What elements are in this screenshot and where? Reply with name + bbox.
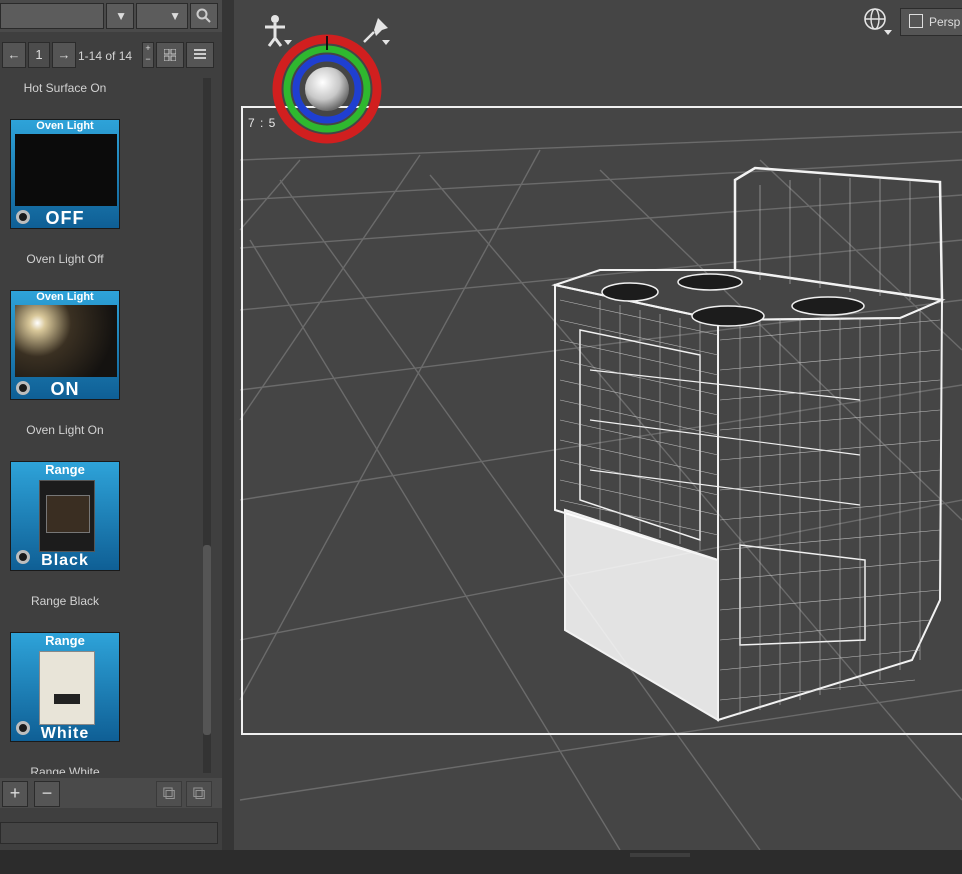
bottom-splitter-handle[interactable] bbox=[630, 853, 690, 857]
camera-rotate-gizmo[interactable] bbox=[272, 34, 382, 144]
category-dropdown-toggle[interactable]: ▼ bbox=[106, 3, 134, 29]
page-stepper[interactable]: + − bbox=[142, 42, 154, 68]
panel-bottom-bar: + − ⧉ ⧉ bbox=[0, 778, 222, 808]
arrow-right-icon: → bbox=[57, 47, 71, 62]
range-black-image bbox=[39, 480, 95, 552]
preset-list: Hot Surface On Oven Light OFF Oven Light… bbox=[0, 74, 206, 774]
category-dropdown[interactable] bbox=[0, 3, 104, 29]
paste-button[interactable]: ⧉ bbox=[186, 781, 212, 807]
next-page-button[interactable]: → bbox=[52, 42, 76, 68]
list-item-label[interactable]: Range Black bbox=[0, 594, 130, 608]
prev-page-button[interactable]: ← bbox=[2, 42, 26, 68]
grid-view-icon bbox=[163, 48, 177, 62]
camera-select-button[interactable]: Persp bbox=[900, 8, 962, 36]
page-range-label: 1-14 of 14 bbox=[78, 49, 133, 63]
search-button[interactable] bbox=[190, 3, 218, 29]
add-button[interactable]: + bbox=[2, 781, 28, 807]
oven-interior-lit bbox=[15, 305, 117, 377]
list-item-label[interactable]: Oven Light Off bbox=[0, 252, 130, 266]
panel-splitter[interactable] bbox=[222, 0, 234, 850]
panel-status-bar bbox=[0, 822, 218, 844]
thumb-oven-light-off[interactable]: Oven Light OFF bbox=[10, 119, 120, 229]
grid-view-button[interactable] bbox=[156, 42, 184, 68]
remove-button[interactable]: − bbox=[34, 781, 60, 807]
panel-top-bar: ▼ ▼ bbox=[0, 0, 222, 32]
list-item-label[interactable]: Hot Surface On bbox=[0, 81, 130, 95]
chevron-down-icon: ▼ bbox=[115, 9, 127, 23]
list-view-button[interactable] bbox=[186, 42, 214, 68]
search-icon bbox=[196, 8, 211, 23]
thumb-range-white[interactable]: Range White bbox=[10, 632, 120, 742]
bottom-strip bbox=[0, 850, 962, 874]
pager: ← 1 → 1-14 of 14 + − bbox=[0, 40, 222, 70]
list-view-icon bbox=[194, 49, 206, 59]
globe-icon[interactable] bbox=[862, 6, 892, 36]
thumb-oven-light-on[interactable]: Oven Light ON bbox=[10, 290, 120, 400]
arrow-left-icon: ← bbox=[7, 47, 21, 62]
viewport-layout-icon bbox=[909, 14, 923, 28]
list-item-label[interactable]: Oven Light On bbox=[0, 423, 130, 437]
page-number-input[interactable]: 1 bbox=[28, 42, 50, 68]
range-white-image bbox=[39, 651, 95, 725]
sort-dropdown[interactable]: ▼ bbox=[136, 3, 188, 29]
copy-icon: ⧉ bbox=[162, 783, 176, 803]
chevron-down-icon: ▼ bbox=[169, 9, 181, 23]
content-library-panel: ▼ ▼ ← 1 → 1-14 of 14 + − Hot Surface On O… bbox=[0, 0, 222, 850]
copy-button[interactable]: ⧉ bbox=[156, 781, 182, 807]
oven-interior-dark bbox=[15, 134, 117, 206]
thumb-range-black[interactable]: Range Black bbox=[10, 461, 120, 571]
list-item-label[interactable]: Range White bbox=[0, 765, 130, 774]
scrollbar-thumb[interactable] bbox=[203, 545, 211, 735]
paste-icon: ⧉ bbox=[192, 783, 206, 803]
